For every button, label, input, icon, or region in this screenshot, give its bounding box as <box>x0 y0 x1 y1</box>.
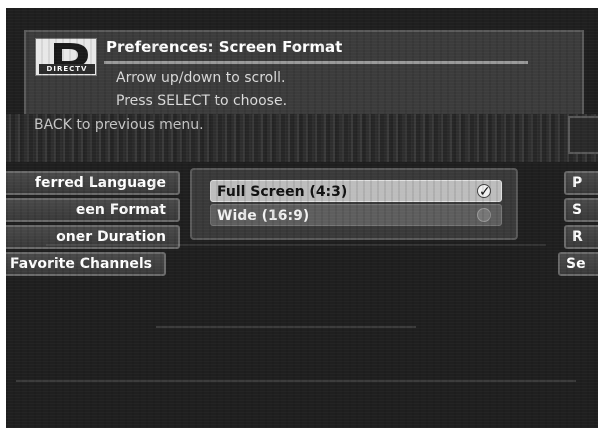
check-icon: ✓ <box>479 184 491 200</box>
right-menu-item-1[interactable]: P <box>564 171 598 195</box>
right-menu-label: S <box>572 202 583 218</box>
scanline <box>156 326 416 328</box>
right-menu-label: R <box>572 229 583 245</box>
right-header-box <box>568 116 598 154</box>
instruction-back: BACK to previous menu. <box>34 117 204 133</box>
menu-item-screen-format[interactable]: een Format <box>6 198 180 222</box>
right-menu-item-3[interactable]: R <box>564 225 598 249</box>
tv-screen: DIRECTV Preferences: Screen Format Arrow… <box>6 8 598 428</box>
right-menu-label: Se <box>566 256 586 272</box>
menu-item-preferred-language[interactable]: ferred Language <box>6 171 180 195</box>
logo-wordmark: DIRECTV <box>39 64 95 74</box>
right-menu-item-2[interactable]: S <box>564 198 598 222</box>
right-menu-label: P <box>572 175 583 191</box>
menu-item-label: ferred Language <box>34 175 166 191</box>
title-divider <box>104 61 528 64</box>
header-panel: DIRECTV Preferences: Screen Format Arrow… <box>24 30 584 122</box>
menu-item-label: Favorite Channels <box>10 256 152 272</box>
directv-logo-icon: DIRECTV <box>35 38 97 76</box>
menu-item-favorite-channels[interactable]: Favorite Channels <box>6 252 166 276</box>
screen-format-options: Full Screen (4:3) ✓ Wide (16:9) <box>190 168 518 240</box>
page-title: Preferences: Screen Format <box>106 38 343 56</box>
radio-unchecked-icon <box>477 208 491 222</box>
option-label: Wide (16:9) <box>217 208 310 224</box>
option-label: Full Screen (4:3) <box>217 184 348 200</box>
option-full-screen[interactable]: Full Screen (4:3) ✓ <box>210 180 502 202</box>
scanline <box>46 244 546 246</box>
menu-item-label: een Format <box>75 202 166 218</box>
radio-checked-icon: ✓ <box>477 184 491 200</box>
option-wide[interactable]: Wide (16:9) <box>210 204 502 226</box>
instruction-select: Press SELECT to choose. <box>116 93 288 109</box>
instruction-scroll: Arrow up/down to scroll. <box>116 70 286 86</box>
right-menu-item-4[interactable]: Se <box>558 252 598 276</box>
scanline <box>16 380 576 382</box>
